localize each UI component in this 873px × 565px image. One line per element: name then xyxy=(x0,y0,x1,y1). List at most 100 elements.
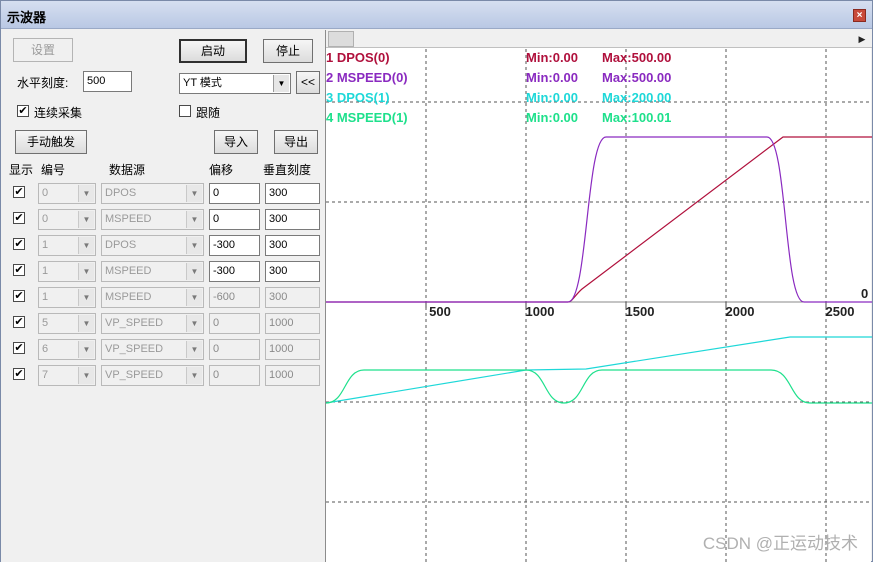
num-select[interactable]: 0 ▼ xyxy=(38,209,96,230)
zero-label: 0 xyxy=(861,286,868,301)
source-select[interactable]: VP_SPEED ▼ xyxy=(101,365,204,386)
vscale-input[interactable]: 1000 xyxy=(265,339,320,360)
mode-value: YT 模式 xyxy=(183,77,222,89)
offset-input[interactable]: -300 xyxy=(209,235,260,256)
horizontal-scrollbar[interactable]: ▶ xyxy=(326,30,872,48)
legend-name: 4 MSPEED(1) xyxy=(326,110,408,125)
vscale-input[interactable]: 300 xyxy=(265,261,320,282)
legend-max: Max:500.00 xyxy=(602,70,672,85)
num-value: 5 xyxy=(42,317,49,329)
num-value: 1 xyxy=(42,239,49,251)
chevron-down-icon[interactable]: ▼ xyxy=(78,367,94,384)
num-value: 6 xyxy=(42,343,49,355)
num-select[interactable]: 5 ▼ xyxy=(38,313,96,334)
chevron-down-icon[interactable]: ▼ xyxy=(78,237,94,254)
chevron-down-icon[interactable]: ▼ xyxy=(78,211,94,228)
source-select[interactable]: VP_SPEED ▼ xyxy=(101,313,204,334)
chevron-down-icon[interactable]: ▼ xyxy=(78,289,94,306)
offset-input[interactable]: 0 xyxy=(209,365,260,386)
manual-trigger-button[interactable]: 手动触发 xyxy=(15,130,87,154)
axis-tick-label: 1500 xyxy=(626,304,655,319)
num-select[interactable]: 1 ▼ xyxy=(38,235,96,256)
chevron-down-icon[interactable]: ▼ xyxy=(186,263,202,280)
chevron-down-icon[interactable]: ▼ xyxy=(78,315,94,332)
vscale-input[interactable]: 1000 xyxy=(265,365,320,386)
num-select[interactable]: 0 ▼ xyxy=(38,183,96,204)
source-value: MSPEED xyxy=(105,291,152,303)
trace-mspeed-1 xyxy=(325,369,872,404)
vscale-input[interactable]: 300 xyxy=(265,183,320,204)
collapse-button[interactable]: << xyxy=(296,71,320,94)
num-select[interactable]: 7 ▼ xyxy=(38,365,96,386)
chevron-down-icon[interactable]: ▼ xyxy=(78,263,94,280)
show-checkbox[interactable]: ✔ xyxy=(13,186,25,198)
chevron-down-icon[interactable]: ▼ xyxy=(78,185,94,202)
num-select[interactable]: 6 ▼ xyxy=(38,339,96,360)
stop-button[interactable]: 停止 xyxy=(263,39,313,63)
chevron-down-icon[interactable]: ▼ xyxy=(273,75,289,92)
offset-input[interactable]: 0 xyxy=(209,209,260,230)
vscale-input[interactable]: 300 xyxy=(265,287,320,308)
offset-input[interactable]: -300 xyxy=(209,261,260,282)
show-checkbox[interactable]: ✔ xyxy=(13,290,25,302)
show-checkbox[interactable]: ✔ xyxy=(13,264,25,276)
vscale-input[interactable]: 300 xyxy=(265,235,320,256)
chevron-down-icon[interactable]: ▼ xyxy=(186,315,202,332)
col-vscale: 垂直刻度 xyxy=(263,163,312,177)
legend-min: Min:0.00 xyxy=(526,50,579,65)
h-scale-input[interactable]: 500 xyxy=(83,71,132,92)
continuous-checkbox[interactable]: ✔ xyxy=(17,105,29,117)
source-select[interactable]: VP_SPEED ▼ xyxy=(101,339,204,360)
show-checkbox[interactable]: ✔ xyxy=(13,316,25,328)
source-select[interactable]: MSPEED ▼ xyxy=(101,209,204,230)
close-icon[interactable]: × xyxy=(853,9,866,22)
show-checkbox[interactable]: ✔ xyxy=(13,238,25,250)
follow-label: 跟随 xyxy=(196,106,221,120)
offset-input[interactable]: 0 xyxy=(209,183,260,204)
source-value: VP_SPEED xyxy=(105,343,164,355)
show-checkbox[interactable]: ✔ xyxy=(13,342,25,354)
chevron-down-icon[interactable]: ▼ xyxy=(186,341,202,358)
waveform-svg: 500 1000 1500 2000 2500 0 xyxy=(325,49,872,562)
chevron-down-icon[interactable]: ▼ xyxy=(186,237,202,254)
col-num: 编号 xyxy=(41,163,66,177)
import-button[interactable]: 导入 xyxy=(214,130,258,154)
mode-select[interactable]: YT 模式 ▼ xyxy=(179,73,291,94)
vscale-input[interactable]: 1000 xyxy=(265,313,320,334)
offset-input[interactable]: -600 xyxy=(209,287,260,308)
chevron-down-icon[interactable]: ▼ xyxy=(186,367,202,384)
chevron-down-icon[interactable]: ▼ xyxy=(186,211,202,228)
num-select[interactable]: 1 ▼ xyxy=(38,287,96,308)
start-button[interactable]: 启动 xyxy=(179,39,247,63)
offset-input[interactable]: 0 xyxy=(209,339,260,360)
offset-input[interactable]: 0 xyxy=(209,313,260,334)
scroll-thumb[interactable] xyxy=(328,31,354,47)
settings-button[interactable]: 设置 xyxy=(13,38,73,62)
chevron-down-icon[interactable]: ▼ xyxy=(78,341,94,358)
axis-tick-label: 1000 xyxy=(526,304,555,319)
export-button[interactable]: 导出 xyxy=(274,130,318,154)
control-panel: 设置 启动 停止 水平刻度: 500 YT 模式 ▼ << ✔ 连续采集 跟随 … xyxy=(1,30,325,562)
oscilloscope-window: 示波器 × 设置 启动 停止 水平刻度: 500 YT 模式 ▼ << ✔ 连续… xyxy=(0,0,873,562)
num-select[interactable]: 1 ▼ xyxy=(38,261,96,282)
legend-name: 2 MSPEED(0) xyxy=(326,70,408,85)
source-select[interactable]: DPOS ▼ xyxy=(101,235,204,256)
show-checkbox[interactable]: ✔ xyxy=(13,368,25,380)
legend-max: Max:500.00 xyxy=(602,50,672,65)
vscale-input[interactable]: 300 xyxy=(265,209,320,230)
source-select[interactable]: DPOS ▼ xyxy=(101,183,204,204)
chevron-down-icon[interactable]: ▼ xyxy=(186,289,202,306)
follow-checkbox[interactable] xyxy=(179,105,191,117)
legend-max: Max:100.01 xyxy=(602,110,672,125)
source-value: DPOS xyxy=(105,187,137,199)
trace-dpos-0 xyxy=(326,136,872,303)
legend-min: Min:0.00 xyxy=(526,90,579,105)
axis-tick-label: 2000 xyxy=(726,304,755,319)
source-select[interactable]: MSPEED ▼ xyxy=(101,261,204,282)
show-checkbox[interactable]: ✔ xyxy=(13,212,25,224)
continuous-label: 连续采集 xyxy=(34,106,83,120)
chevron-down-icon[interactable]: ▼ xyxy=(186,185,202,202)
scroll-right-icon[interactable]: ▶ xyxy=(854,31,870,47)
source-select[interactable]: MSPEED ▼ xyxy=(101,287,204,308)
num-value: 0 xyxy=(42,213,49,225)
